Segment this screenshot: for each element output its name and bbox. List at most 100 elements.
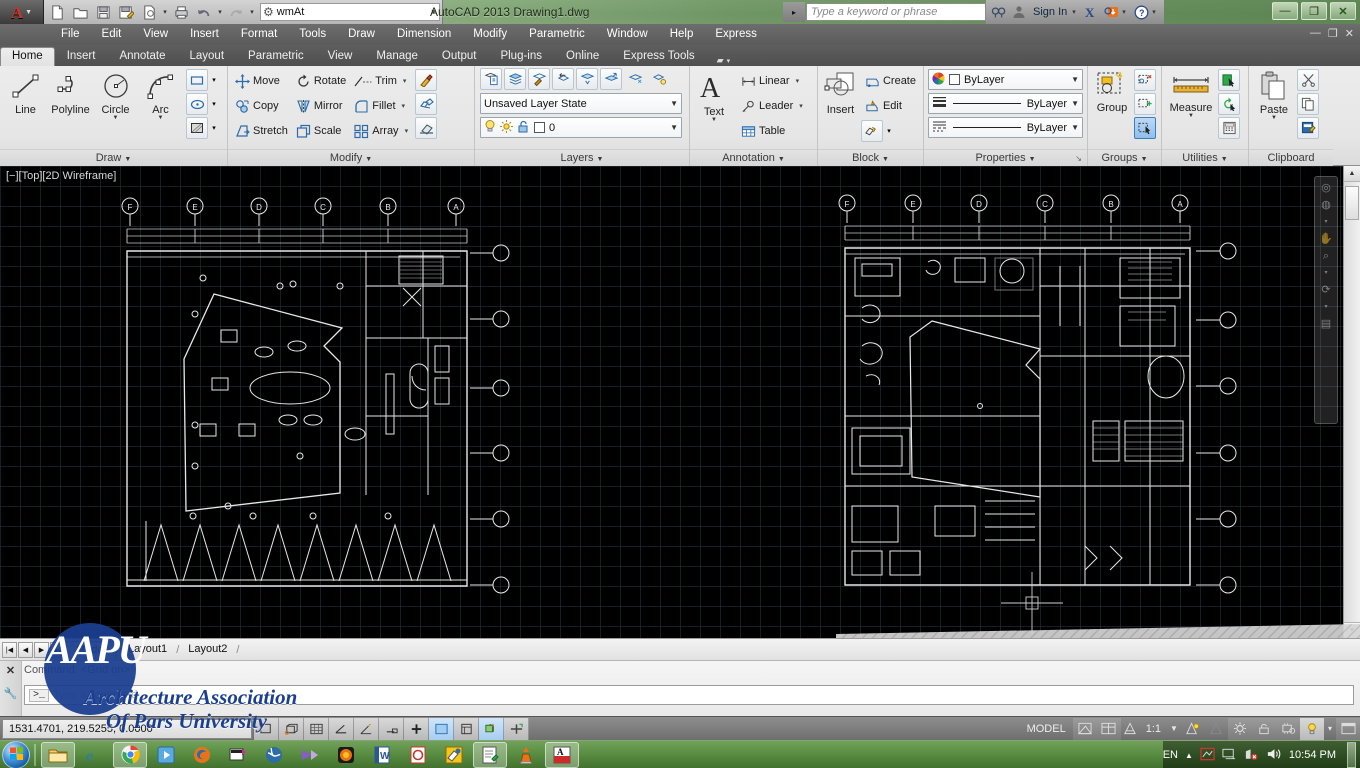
toolbar-lock-icon[interactable] [1252, 717, 1276, 740]
search-icon[interactable] [990, 2, 1008, 22]
chevron-down-icon[interactable]: ▼ [1168, 718, 1180, 740]
prev-layout-button[interactable]: ◀ [18, 641, 33, 658]
scroll-up-icon[interactable]: ▲ [1344, 166, 1360, 182]
block-edit-button[interactable]: Edit [861, 94, 920, 118]
match-properties-icon[interactable] [415, 69, 438, 91]
full-navigation-wheel-icon[interactable]: ◎ [1321, 182, 1331, 194]
tab-view[interactable]: View [316, 47, 365, 66]
panel-groups-title[interactable]: Groups ▼ [1088, 149, 1161, 166]
doc-restore-button[interactable]: ❐ [1328, 27, 1338, 40]
ungroup-icon[interactable] [1134, 69, 1156, 91]
last-layout-button[interactable]: ▶| [50, 641, 65, 658]
undo-dropdown-icon[interactable]: ▾ [216, 2, 224, 22]
taskbar-google-earth[interactable] [257, 742, 291, 768]
layer-match-icon[interactable] [528, 68, 550, 90]
start-button[interactable] [2, 740, 30, 768]
taskbar-movie-maker[interactable] [293, 742, 327, 768]
taskbar-file-explorer[interactable] [41, 741, 75, 768]
coordinate-readout[interactable]: 1531.4701, 219.5255, 0.0000 [2, 718, 252, 739]
minimize-button[interactable]: — [1272, 2, 1298, 20]
object-snap-icon[interactable] [379, 717, 404, 740]
modify-fillet-button[interactable]: Fillet ▾ [350, 94, 412, 118]
annotation-table-button[interactable]: Table [737, 119, 807, 143]
chevron-down-icon[interactable]: ▾ [209, 69, 219, 91]
chevron-down-icon[interactable]: ▼ [670, 99, 678, 108]
space-label[interactable]: MODEL [1020, 723, 1073, 735]
taskbar-winamp[interactable] [221, 742, 255, 768]
lineweight-combo[interactable]: ByLayer ▼ [928, 93, 1083, 114]
command-input[interactable]: >_ Type a command [24, 685, 1354, 705]
chevron-down-icon[interactable]: ▾ [727, 57, 731, 65]
tab-layout[interactable]: Layout [178, 47, 237, 66]
save-as-icon[interactable] [115, 2, 137, 22]
chevron-down-icon[interactable]: ▾ [1324, 267, 1327, 279]
workspace-gear-icon[interactable] [1228, 717, 1252, 740]
chevron-down-icon[interactable]: ▾ [1324, 301, 1327, 313]
network-icon[interactable] [1244, 747, 1259, 764]
block-insert-button[interactable]: Insert [821, 69, 860, 116]
draw-polyline-button[interactable]: Polyline [48, 69, 93, 116]
taskbar-powerpoint[interactable] [401, 742, 435, 768]
tab-layout1[interactable]: Layout1 [119, 641, 176, 658]
draw-circle-button[interactable]: Circle ▼ [93, 69, 138, 121]
annotation-text-button[interactable]: A Text ▼ [693, 69, 735, 123]
tab-parametric[interactable]: Parametric [236, 47, 316, 66]
pan-icon[interactable]: ✋ [1319, 233, 1333, 245]
3d-object-snap-icon[interactable] [404, 717, 429, 740]
doc-minimize-button[interactable]: — [1310, 27, 1321, 40]
tab-annotate[interactable]: Annotate [107, 47, 177, 66]
menu-file[interactable]: File [50, 24, 91, 45]
annotation-linear-button[interactable]: Linear ▾ [737, 69, 807, 93]
restore-button[interactable]: ❐ [1301, 2, 1327, 20]
menu-edit[interactable]: Edit [91, 24, 133, 45]
command-line-gripper[interactable]: ✕ 🔧 [0, 661, 22, 717]
showmotion-icon[interactable]: ▤ [1321, 318, 1331, 330]
isolate-objects-icon[interactable] [1300, 717, 1324, 740]
taskbar-photoshop[interactable] [329, 742, 363, 768]
annotation-leader-button[interactable]: Leader ▾ [737, 94, 807, 118]
panel-block-title[interactable]: Block ▼ [818, 149, 923, 166]
orbit-icon[interactable]: ⟳ [1321, 284, 1330, 296]
infer-constraints-icon[interactable] [254, 717, 279, 740]
zoom-extents-icon[interactable]: ⌕ [1323, 250, 1329, 262]
tab-model[interactable]: Model [66, 640, 116, 659]
calculator-icon[interactable] [1218, 117, 1240, 139]
quick-calc-icon[interactable] [1218, 93, 1240, 115]
groups-group-button[interactable]: Group [1091, 69, 1133, 114]
chevron-down-icon[interactable]: ▼ [597, 156, 604, 163]
clipboard-paste-button[interactable]: Paste ▼ [1252, 69, 1296, 121]
clock[interactable]: 10:54 PM [1289, 749, 1336, 761]
modify-stretch-button[interactable]: Stretch [231, 119, 292, 143]
chevron-down-icon[interactable]: ▾ [1324, 718, 1336, 740]
layer-on-icon[interactable] [484, 119, 496, 136]
erase-icon[interactable] [415, 117, 438, 139]
viewport-icon[interactable] [1096, 717, 1121, 740]
tab-output[interactable]: Output [430, 47, 489, 66]
plot-preview-dropdown-icon[interactable]: ▾ [161, 2, 169, 22]
undo-icon[interactable] [193, 2, 215, 22]
group-edit-icon[interactable] [1134, 93, 1156, 115]
new-icon[interactable] [46, 2, 68, 22]
paste-special-icon[interactable] [1297, 117, 1319, 139]
taskbar-google-chrome[interactable] [113, 741, 147, 768]
hatch-icon[interactable] [186, 117, 208, 139]
ribbon-minimize-control[interactable]: ▰ ▾ [717, 55, 730, 66]
dynamic-ucs-icon[interactable] [479, 717, 504, 740]
help-icon[interactable]: ? [1132, 2, 1150, 22]
layer-unlock-icon[interactable] [517, 120, 530, 136]
workspace-switch-combo[interactable]: ⚙ wmAt ▼ [260, 3, 440, 21]
tab-home[interactable]: Home [0, 47, 55, 66]
menu-view[interactable]: View [132, 24, 179, 45]
redo-dropdown-icon[interactable]: ▾ [248, 2, 256, 22]
group-selection-on-off-icon[interactable] [1134, 117, 1156, 139]
chevron-down-icon[interactable]: ▼ [124, 156, 131, 163]
chevron-down-icon[interactable]: ▾ [209, 93, 219, 115]
volume-icon[interactable] [1266, 747, 1282, 764]
chevron-down-icon[interactable]: ▼ [1188, 113, 1194, 119]
polar-tracking-icon[interactable] [354, 717, 379, 740]
chevron-down-icon[interactable]: ▾ [884, 120, 894, 142]
modify-array-button[interactable]: Array ▾ [350, 119, 412, 143]
annotation-scale-value[interactable]: 1:1 [1139, 723, 1168, 735]
chevron-down-icon[interactable]: ▾ [796, 77, 800, 85]
layer-color-swatch[interactable] [534, 122, 545, 133]
